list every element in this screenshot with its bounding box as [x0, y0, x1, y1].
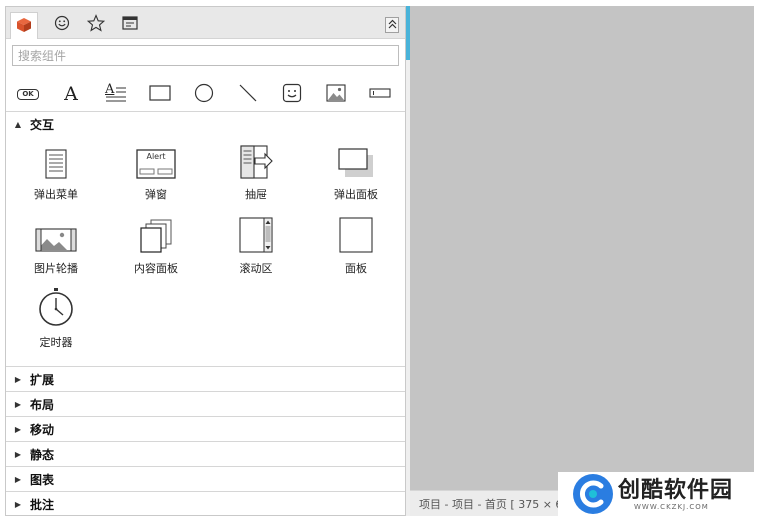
section-mobile-header[interactable]: ▶ 移动 [6, 417, 405, 441]
design-canvas[interactable] [410, 6, 754, 490]
cube-icon [16, 17, 32, 36]
tab-icons[interactable] [48, 12, 76, 36]
widget-panel[interactable]: 面板 [306, 213, 405, 285]
smiley-icon [282, 83, 302, 106]
rectangle-widget-tool[interactable] [142, 77, 178, 111]
popup-menu-icon [45, 139, 67, 179]
textfield-icon [369, 87, 391, 102]
section-label: 交互 [30, 117, 55, 132]
paragraph-icon: A [105, 82, 127, 104]
section-label: 移动 [30, 422, 55, 437]
drawer-icon [238, 139, 274, 179]
section-extension-header[interactable]: ▶ 扩展 [6, 367, 405, 391]
widget-label: 弹窗 [145, 188, 167, 201]
widget-label: 图片轮播 [34, 262, 78, 275]
triangle-right-icon: ▶ [14, 374, 22, 384]
scroll-area-icon [239, 213, 273, 253]
watermark: 创酷软件园 WWW.CKZKJ.COM [558, 472, 754, 518]
button-icon: OK [17, 88, 39, 100]
component-panel: OK A A ▲ 交互 [5, 6, 406, 516]
panel-tab-bar [6, 7, 405, 39]
widget-label: 定时器 [39, 336, 73, 349]
widget-popup-menu[interactable]: 弹出菜单 [6, 139, 106, 211]
widget-label: 弹出菜单 [34, 188, 78, 201]
section-label: 图表 [30, 472, 55, 487]
tab-favorites[interactable] [82, 12, 110, 36]
panel-icon [339, 213, 373, 253]
section-label: 静态 [30, 447, 55, 462]
basic-shapes-toolbar: OK A A [6, 75, 405, 113]
section-label: 批注 [30, 497, 55, 512]
widget-label: 抽屉 [245, 188, 267, 201]
button-widget-tool[interactable]: OK [10, 77, 46, 111]
image-widget-tool[interactable] [318, 77, 354, 111]
line-icon [238, 83, 258, 106]
layout-icon [122, 15, 138, 33]
collapse-panel-button[interactable] [385, 17, 399, 33]
watermark-url: WWW.CKZKJ.COM [634, 503, 709, 511]
text-widget-tool[interactable]: A [53, 77, 89, 111]
section-annotation-header[interactable]: ▶ 批注 [6, 492, 405, 515]
widget-timer[interactable]: 定时器 [6, 287, 106, 359]
section-label: 布局 [30, 397, 55, 412]
double-chevron-up-icon [388, 18, 397, 32]
widget-popup-panel[interactable]: 弹出面板 [306, 139, 405, 211]
icon-widget-tool[interactable] [274, 77, 310, 111]
ellipse-widget-tool[interactable] [186, 77, 222, 111]
tab-components[interactable] [10, 12, 38, 39]
section-charts-header[interactable]: ▶ 图表 [6, 467, 405, 491]
widget-label: 滚动区 [239, 262, 273, 275]
triangle-right-icon: ▶ [14, 424, 22, 434]
status-text: 项目 - 项目 - 首页 [ 375 × 6 [419, 497, 563, 511]
widget-label: 面板 [345, 262, 367, 275]
alert-icon-text: Alert [146, 152, 166, 161]
tab-masters[interactable] [116, 12, 144, 36]
ellipse-icon [194, 83, 214, 106]
image-icon [326, 83, 346, 105]
rectangle-icon [149, 84, 171, 104]
text-icon: A [64, 83, 78, 105]
triangle-down-icon: ▲ [14, 119, 22, 129]
section-static-header[interactable]: ▶ 静态 [6, 442, 405, 466]
search-components-input[interactable] [12, 45, 399, 66]
smiley-icon [54, 15, 70, 34]
carousel-icon [35, 213, 77, 253]
triangle-right-icon: ▶ [14, 474, 22, 484]
content-panel-icon [139, 213, 173, 253]
widget-label: 弹出面板 [334, 188, 378, 201]
alert-icon: Alert [136, 139, 176, 179]
timer-icon [37, 287, 75, 327]
popup-panel-icon [337, 139, 375, 179]
widget-carousel[interactable]: 图片轮播 [6, 213, 106, 285]
widget-label: 内容面板 [134, 262, 178, 275]
widget-content-panel[interactable]: 内容面板 [106, 213, 206, 285]
section-interact-header[interactable]: ▲ 交互 [6, 112, 405, 136]
triangle-right-icon: ▶ [14, 499, 22, 509]
watermark-title: 创酷软件园 [618, 478, 734, 503]
triangle-right-icon: ▶ [14, 399, 22, 409]
paragraph-widget-tool[interactable]: A [98, 77, 134, 111]
section-label: 扩展 [30, 372, 55, 387]
widget-scroll-area[interactable]: 滚动区 [206, 213, 306, 285]
triangle-right-icon: ▶ [14, 449, 22, 459]
widget-alert[interactable]: Alert 弹窗 [106, 139, 206, 211]
section-layout-header[interactable]: ▶ 布局 [6, 392, 405, 416]
textfield-widget-tool[interactable] [362, 77, 398, 111]
line-widget-tool[interactable] [230, 77, 266, 111]
widget-drawer[interactable]: 抽屉 [206, 139, 306, 211]
star-icon [86, 13, 106, 35]
watermark-text: 创酷软件园 WWW.CKZKJ.COM [618, 478, 734, 512]
watermark-logo-icon [572, 473, 614, 518]
